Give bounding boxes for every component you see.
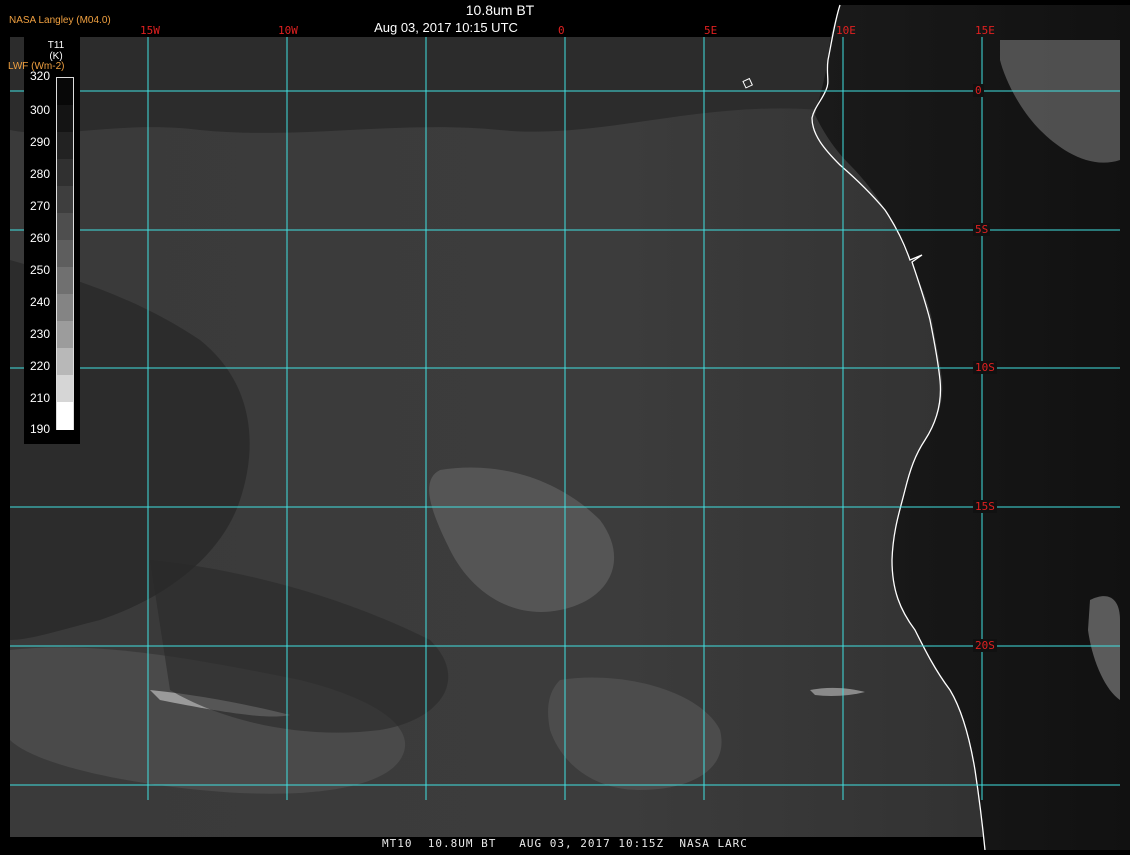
colorbar-tick: 190 xyxy=(29,422,50,436)
colorbar-tick: 270 xyxy=(29,199,50,213)
satellite-image-viewer: 10.8um BT Aug 03, 2017 10:15 UTC NASA La… xyxy=(0,0,1130,851)
colorbar-title: T11 (K) xyxy=(34,40,78,62)
credit-label: NASA Langley (M04.0) xyxy=(9,15,111,26)
lat-label-5s: 5S xyxy=(973,223,991,236)
lon-label-5e: 5E xyxy=(704,24,718,37)
colorbar-segment xyxy=(57,348,73,376)
image-title: 10.8um BT xyxy=(465,2,535,18)
lat-label-10s: 10S xyxy=(973,361,997,374)
lat-label-20s: 20S xyxy=(973,639,997,652)
colorbar-segment xyxy=(57,105,73,133)
colorbar-ramp xyxy=(56,77,74,430)
colorbar-tick: 280 xyxy=(29,167,50,181)
colorbar-tick: 300 xyxy=(29,103,50,117)
colorbar-segment xyxy=(57,78,73,106)
colorbar-tick: 290 xyxy=(29,135,50,149)
colorbar-segment xyxy=(57,186,73,214)
colorbar-tick: 240 xyxy=(29,295,50,309)
colorbar-tick: 230 xyxy=(29,327,50,341)
lon-label-10e: 10E xyxy=(836,24,856,37)
lon-label-15w: 15W xyxy=(140,24,160,37)
colorbar-variable: T11 xyxy=(47,40,65,51)
lon-label-15e: 15E xyxy=(975,24,995,37)
colorbar-segment xyxy=(57,132,73,160)
product-label: LWF (Wm-2) xyxy=(8,61,65,72)
colorbar-legend: T11 (K) 320 300 290 280 270 260 250 240 … xyxy=(24,37,80,444)
lon-label-10w: 10W xyxy=(278,24,298,37)
colorbar-tick: 260 xyxy=(29,231,50,245)
colorbar-tick: 210 xyxy=(29,391,50,405)
colorbar-tick: 250 xyxy=(29,263,50,277)
image-datetime: Aug 03, 2017 10:15 UTC xyxy=(374,20,518,35)
colorbar-segment xyxy=(57,402,73,430)
colorbar-segment xyxy=(57,294,73,322)
colorbar-tick: 220 xyxy=(29,359,50,373)
colorbar-segment xyxy=(57,240,73,268)
colorbar-segment xyxy=(57,159,73,187)
lat-label-15s: 15S xyxy=(973,500,997,513)
footer-caption: MT10 10.8UM BT AUG 03, 2017 10:15Z NASA … xyxy=(382,837,748,850)
lat-label-0: 0 xyxy=(973,84,984,97)
colorbar-segment xyxy=(57,213,73,241)
satellite-map[interactable] xyxy=(0,0,1130,851)
colorbar-segment xyxy=(57,375,73,403)
lon-label-0: 0 xyxy=(558,24,565,37)
colorbar-segment xyxy=(57,321,73,349)
colorbar-segment xyxy=(57,267,73,295)
